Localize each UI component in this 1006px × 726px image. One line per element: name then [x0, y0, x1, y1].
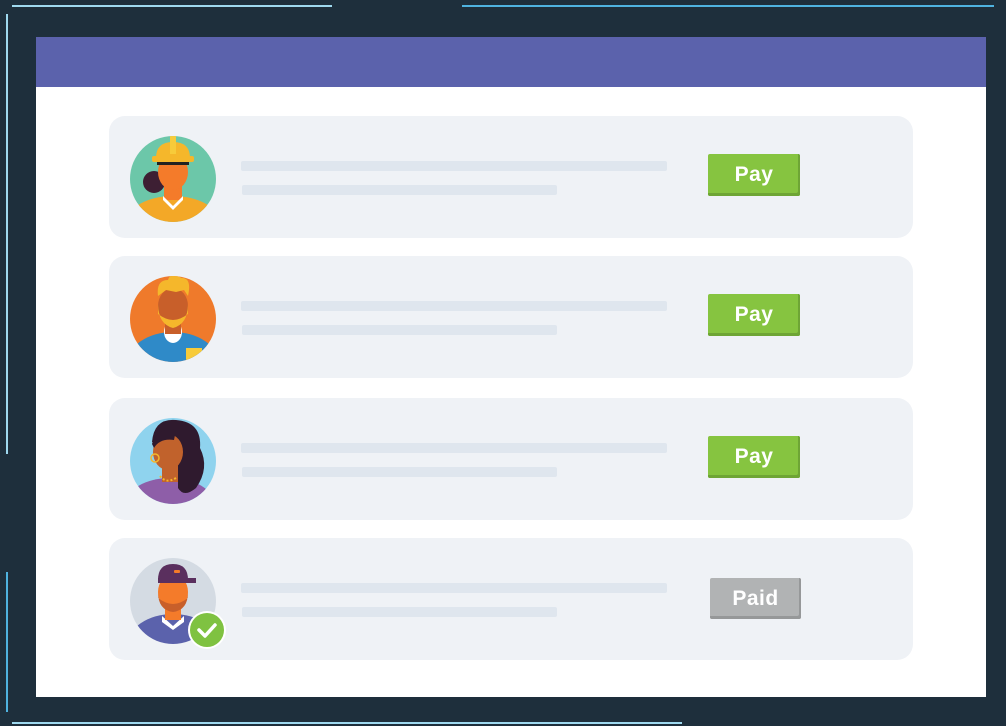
pay-button[interactable]: Pay	[708, 436, 800, 478]
pay-button[interactable]: Pay	[708, 294, 800, 336]
placeholder-line	[241, 583, 667, 593]
app-window: Pay Pay Pay Paid	[36, 37, 986, 697]
pay-button[interactable]: Pay	[708, 154, 800, 196]
frame-line-bottom	[12, 722, 682, 724]
placeholder-line	[241, 301, 667, 311]
frame-line-left-upper	[6, 14, 8, 454]
placeholder-line	[242, 325, 557, 335]
placeholder-line	[241, 443, 667, 453]
frame-line-top-left	[12, 5, 332, 7]
paid-status-button: Paid	[710, 578, 801, 619]
payee-row: Paid	[109, 538, 913, 660]
payee-row: Pay	[109, 398, 913, 520]
construction-worker-avatar	[130, 136, 216, 222]
payee-row: Pay	[109, 116, 913, 238]
frame-line-top-right	[462, 5, 994, 7]
placeholder-line	[242, 467, 557, 477]
frame-line-left-lower	[6, 572, 8, 712]
woman-earring-avatar	[130, 418, 216, 504]
placeholder-line	[242, 607, 557, 617]
check-badge-icon	[187, 610, 227, 650]
placeholder-line	[242, 185, 557, 195]
placeholder-line	[241, 161, 667, 171]
payee-row: Pay	[109, 256, 913, 378]
bearded-man-avatar	[130, 276, 216, 362]
title-bar	[36, 37, 986, 87]
